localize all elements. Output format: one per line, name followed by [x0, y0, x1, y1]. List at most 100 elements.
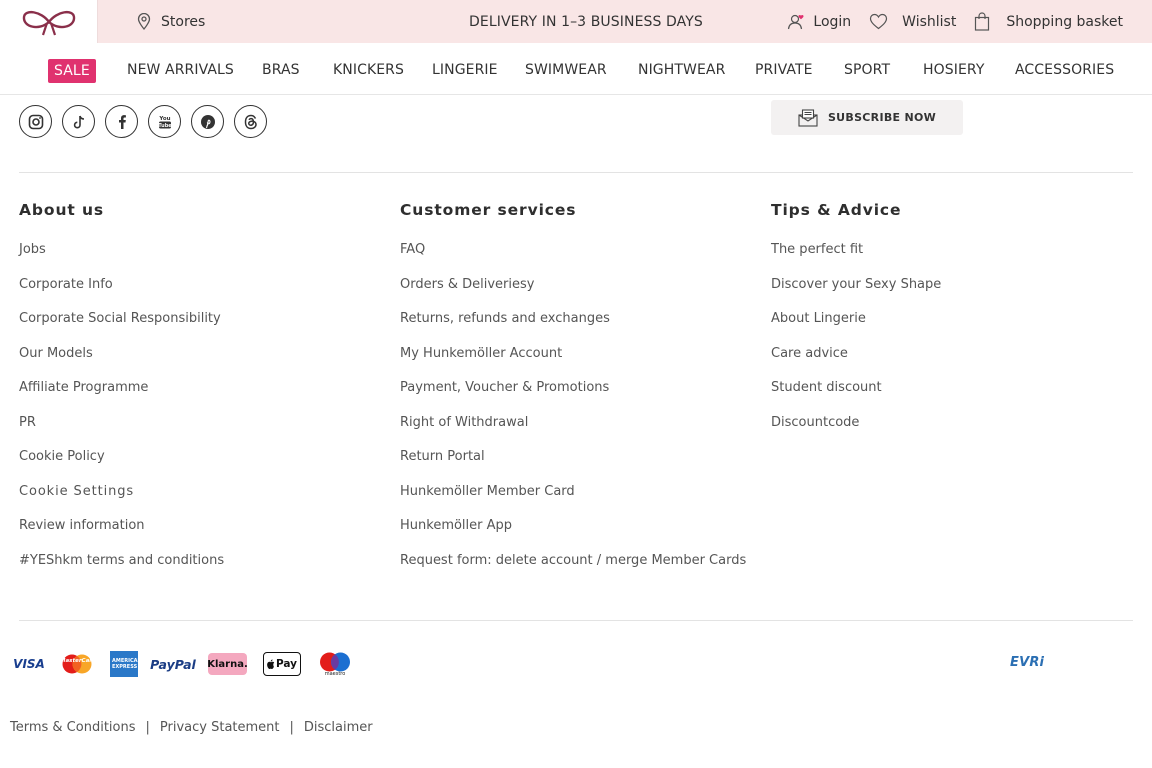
nav-item-new-arrivals[interactable]: NEW ARRIVALS	[127, 59, 234, 81]
footer-link[interactable]: FAQ	[400, 241, 746, 276]
footer-link[interactable]: Payment, Voucher & Promotions	[400, 379, 746, 414]
visa-logo: VISA	[13, 649, 45, 679]
column-title: Customer services	[400, 201, 577, 219]
account-links: Login Wishlist Shopping basket	[787, 0, 1123, 43]
footer-link[interactable]: Care advice	[771, 345, 941, 380]
delivery-banner: DELIVERY IN 1–3 BUSINESS DAYS	[469, 13, 703, 30]
maestro-logo: maestro	[317, 649, 353, 679]
stores-label: Stores	[161, 13, 206, 30]
subscribe-label: SUBSCRIBE NOW	[827, 111, 937, 124]
terms-conditions-link[interactable]: Terms & Conditions	[10, 720, 136, 735]
footer-link[interactable]: My Hunkemöller Account	[400, 345, 746, 380]
footer-link[interactable]: Review information	[19, 517, 224, 552]
location-pin-icon	[137, 13, 151, 30]
logo[interactable]	[0, 0, 98, 43]
nav-item-lingerie[interactable]: LINGERIE	[432, 59, 498, 81]
footer-column-about-us: About us Jobs Corporate Info Corporate S…	[19, 200, 224, 586]
footer-link[interactable]: Affiliate Programme	[19, 379, 224, 414]
footer-column-tips-advice: Tips & Advice The perfect fit Discover y…	[771, 200, 941, 448]
svg-text:Tube: Tube	[158, 123, 172, 129]
separator: |	[289, 720, 294, 735]
footer-link[interactable]: Return Portal	[400, 448, 746, 483]
column-title: Tips & Advice	[771, 201, 902, 219]
apple-icon	[267, 659, 275, 669]
footer-link[interactable]: #YEShkm terms and conditions	[19, 552, 224, 587]
facebook-link[interactable]	[105, 105, 138, 138]
nav-item-private[interactable]: PRIVATE	[755, 59, 813, 81]
nav-item-sport[interactable]: SPORT	[844, 59, 890, 81]
wishlist-link[interactable]: Wishlist	[869, 13, 956, 30]
footer-link[interactable]: Orders & Deliveriesy	[400, 276, 746, 311]
paypal-logo: PayPal	[150, 649, 196, 679]
threads-link[interactable]	[234, 105, 267, 138]
apple-pay-text: Pay	[275, 658, 298, 670]
pinterest-icon	[200, 114, 215, 129]
pinterest-link[interactable]	[191, 105, 224, 138]
apple-pay-logo: Pay	[263, 649, 301, 679]
footer-link[interactable]: The perfect fit	[771, 241, 941, 276]
nav-item-accessories[interactable]: ACCESSORIES	[1015, 59, 1114, 81]
paypal-text: PayPal	[150, 656, 196, 672]
newsletter-icon	[798, 108, 818, 127]
shopping-bag-icon	[975, 12, 990, 31]
footer-link[interactable]: About Lingerie	[771, 310, 941, 345]
footer-column-customer-services: Customer services FAQ Orders & Deliverie…	[400, 200, 746, 586]
amex-logo: AMERICAN EXPRESS	[110, 649, 142, 679]
amex-text: AMERICAN EXPRESS	[112, 658, 142, 670]
heart-icon	[870, 13, 888, 30]
maestro-text: maestro	[324, 671, 346, 677]
klarna-text: Klarna.	[207, 658, 248, 670]
main-navigation: SALE NEW ARRIVALS BRAS KNICKERS LINGERIE…	[0, 43, 1152, 95]
footer-link[interactable]: Hunkemöller App	[400, 517, 746, 552]
shopping-basket-link[interactable]: Shopping basket	[974, 12, 1123, 31]
footer-link[interactable]: Returns, refunds and exchanges	[400, 310, 746, 345]
disclaimer-link[interactable]: Disclaimer	[304, 720, 373, 735]
footer-link[interactable]: Right of Withdrawal	[400, 414, 746, 449]
nav-item-swimwear[interactable]: SWIMWEAR	[525, 59, 607, 81]
tiktok-icon	[73, 115, 84, 128]
subscribe-button[interactable]: SUBSCRIBE NOW	[771, 100, 963, 135]
footer-link[interactable]: Hunkemöller Member Card	[400, 483, 746, 518]
mastercard-text: MasterCard	[60, 658, 96, 664]
login-link[interactable]: Login	[787, 13, 851, 30]
nav-item-hosiery[interactable]: HOSIERY	[923, 59, 985, 81]
stores-link[interactable]: Stores	[137, 0, 205, 43]
privacy-statement-link[interactable]: Privacy Statement	[160, 720, 280, 735]
separator: |	[145, 720, 150, 735]
footer-link[interactable]: Discover your Sexy Shape	[771, 276, 941, 311]
wishlist-label: Wishlist	[902, 13, 957, 30]
facebook-icon	[118, 114, 126, 129]
footer-link[interactable]: Discountcode	[771, 414, 941, 449]
footer-link[interactable]: Request form: delete account / merge Mem…	[400, 552, 746, 587]
footer-link[interactable]: Corporate Info	[19, 276, 224, 311]
nav-item-knickers[interactable]: KNICKERS	[333, 59, 404, 81]
instagram-link[interactable]	[19, 105, 52, 138]
social-links: You Tube	[19, 105, 267, 138]
mastercard-icon	[62, 654, 92, 674]
nav-item-nightwear[interactable]: NIGHTWEAR	[638, 59, 725, 81]
user-heart-icon	[788, 14, 804, 30]
basket-label: Shopping basket	[1006, 13, 1123, 30]
visa-text: VISA	[13, 657, 45, 671]
evri-carrier-logo: EVRi	[1010, 655, 1045, 670]
payment-methods: VISA MasterCard AMERICAN EXPRESS PayPal …	[13, 649, 369, 679]
instagram-icon	[28, 114, 43, 129]
column-title: About us	[19, 201, 105, 219]
footer-link[interactable]: Our Models	[19, 345, 224, 380]
youtube-link[interactable]: You Tube	[148, 105, 181, 138]
mastercard-logo: MasterCard	[60, 649, 96, 679]
footer-link[interactable]: Corporate Social Responsibility	[19, 310, 224, 345]
nav-item-sale[interactable]: SALE	[48, 59, 96, 83]
footer-link[interactable]: Cookie Policy	[19, 448, 224, 483]
svg-text:You: You	[158, 116, 170, 122]
footer-link[interactable]: Student discount	[771, 379, 941, 414]
tiktok-link[interactable]	[62, 105, 95, 138]
cookie-settings-link[interactable]: Cookie Settings	[19, 483, 224, 518]
legal-links: Terms & Conditions | Privacy Statement |…	[10, 720, 373, 735]
footer-link[interactable]: Jobs	[19, 241, 224, 276]
top-bar: Stores DELIVERY IN 1–3 BUSINESS DAYS Log…	[0, 0, 1152, 43]
threads-icon	[244, 114, 257, 129]
klarna-logo: Klarna.	[207, 649, 248, 679]
nav-item-bras[interactable]: BRAS	[262, 59, 300, 81]
footer-link[interactable]: PR	[19, 414, 224, 449]
